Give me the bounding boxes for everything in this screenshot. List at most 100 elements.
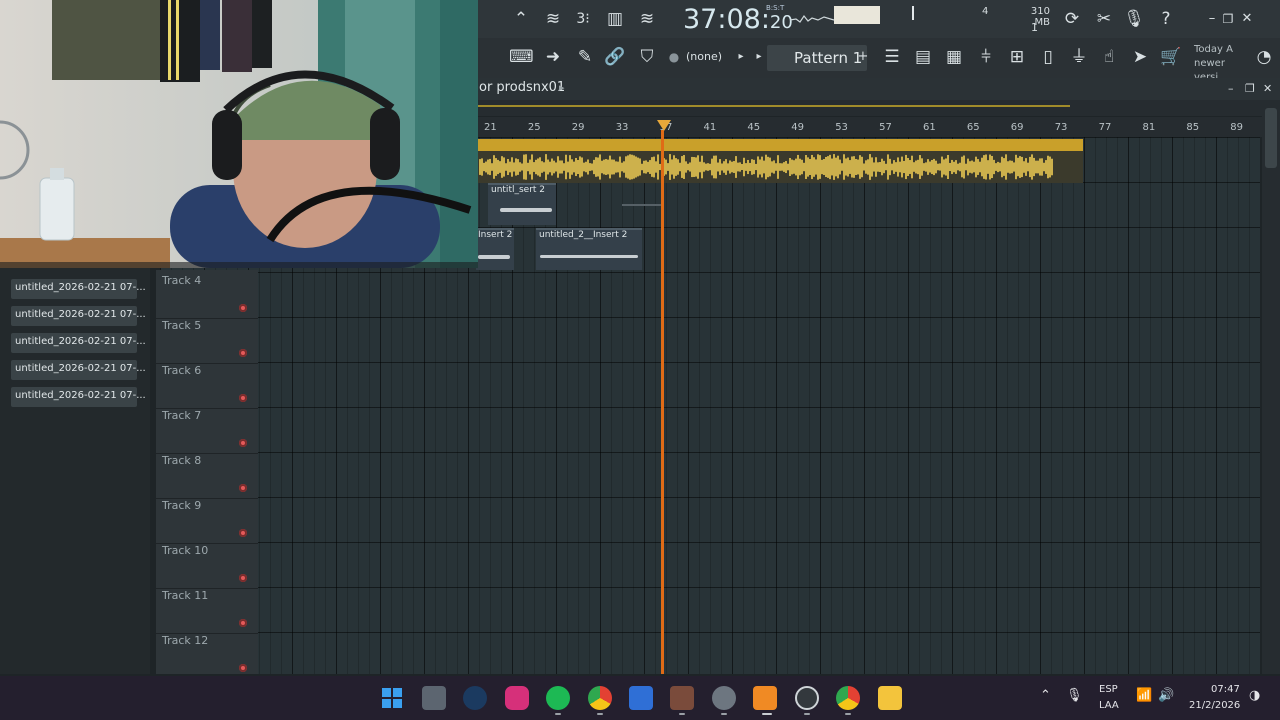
step-edit-icon[interactable]: ▥: [603, 7, 627, 31]
mixer-icon[interactable]: ⫩: [974, 45, 998, 69]
keyboard-layout[interactable]: LAA: [1099, 700, 1119, 711]
browser-item-label: untitled_2026-02-21 07-...: [15, 363, 146, 374]
pencil-icon[interactable]: ✎: [573, 45, 597, 69]
chrome-2-icon[interactable]: [836, 686, 860, 710]
arrow-right-icon[interactable]: ➜: [541, 45, 565, 69]
track-name[interactable]: Track 12: [162, 634, 208, 647]
refresh-icon[interactable]: ⟳: [1060, 7, 1084, 31]
instagram-icon[interactable]: [505, 686, 529, 710]
track-record-icon[interactable]: [239, 574, 247, 582]
export-icon[interactable]: ➤: [1128, 45, 1152, 69]
link-icon[interactable]: 🔗: [603, 45, 627, 69]
clock-date[interactable]: 21/2/2026: [1189, 700, 1240, 711]
settings-icon[interactable]: [712, 686, 736, 710]
ruler-tick: 53: [835, 122, 848, 133]
wifi-icon[interactable]: 📶: [1136, 688, 1152, 703]
microsoft-store-icon[interactable]: [629, 686, 653, 710]
windows-start-icon[interactable]: [380, 686, 404, 710]
playlist-restore-icon[interactable]: ❐: [1245, 82, 1255, 95]
track-record-icon[interactable]: [239, 484, 247, 492]
piano-roll-icon[interactable]: ▤: [911, 45, 935, 69]
track-record-icon[interactable]: [239, 439, 247, 447]
volume-icon[interactable]: 🔊: [1158, 688, 1174, 703]
chrome-running-indicator: [597, 713, 603, 715]
game-thumbnail-icon[interactable]: [670, 686, 694, 710]
file-explorer-icon[interactable]: [878, 686, 902, 710]
browser-item[interactable]: untitled_2026-02-21 07-...: [11, 306, 146, 326]
playhead[interactable]: [661, 130, 664, 674]
audio-clip-header[interactable]: [478, 139, 1083, 151]
countdown-icon[interactable]: 3⁝: [571, 7, 595, 31]
channel-rack-icon[interactable]: ▦: [942, 45, 966, 69]
obs-icon[interactable]: [795, 686, 819, 710]
fl-studio-icon[interactable]: [753, 686, 777, 710]
browser-item[interactable]: untitled_2026-02-21 07-...: [11, 279, 146, 299]
browser-item-label: untitled_2026-02-21 07-...: [15, 282, 146, 293]
playlist-minimize-icon[interactable]: –: [1228, 82, 1234, 95]
browser-icon[interactable]: ⊞: [1005, 45, 1029, 69]
metronome-icon[interactable]: ⌃: [509, 7, 533, 31]
tray-chevron-up-icon[interactable]: ⌃: [1040, 688, 1051, 703]
track-record-icon[interactable]: [239, 664, 247, 672]
track-name[interactable]: Track 7: [162, 409, 201, 422]
clipboard-icon[interactable]: ▯: [1036, 45, 1060, 69]
obs-running-indicator: [804, 713, 810, 715]
track-name[interactable]: Track 5: [162, 319, 201, 332]
playlist-title: or prodsnx01: [479, 80, 566, 95]
pattern-selector[interactable]: (none): [686, 50, 722, 63]
playlist-close-icon[interactable]: ✕: [1263, 82, 1272, 95]
track-record-icon[interactable]: [239, 394, 247, 402]
track-record-icon[interactable]: [239, 529, 247, 537]
notification-icon[interactable]: ◑: [1249, 688, 1260, 703]
cut-icon[interactable]: ✂: [1092, 7, 1116, 31]
loop-record-icon[interactable]: ≋: [635, 7, 659, 31]
track-record-icon[interactable]: [239, 349, 247, 357]
camera-app-icon[interactable]: [422, 686, 446, 710]
stamp-icon[interactable]: ⛉: [635, 45, 659, 69]
vertical-scroll-thumb[interactable]: [1265, 108, 1277, 168]
track-name[interactable]: Track 6: [162, 364, 201, 377]
steam-icon[interactable]: [463, 686, 487, 710]
add-pattern-icon[interactable]: +: [851, 45, 875, 69]
playlist-icon[interactable]: ☰: [880, 45, 904, 69]
track-record-icon[interactable]: [239, 304, 247, 312]
track-name[interactable]: Track 11: [162, 589, 208, 602]
song-position-bar[interactable]: [475, 100, 1265, 116]
language-indicator[interactable]: ESP: [1099, 684, 1118, 695]
chrome-icon[interactable]: [588, 686, 612, 710]
track-name[interactable]: Track 4: [162, 274, 201, 287]
help-icon[interactable]: ?: [1154, 7, 1178, 31]
spotify-running-indicator: [555, 713, 561, 715]
audio-clip-waveform[interactable]: [478, 151, 1083, 183]
plugin-icon[interactable]: ⏚: [1067, 45, 1091, 69]
wait-input-icon[interactable]: ≋: [541, 7, 565, 31]
touch-icon[interactable]: ☝: [1097, 45, 1121, 69]
lock-icon: ●: [668, 50, 680, 64]
clock-time[interactable]: 07:47: [1211, 684, 1240, 695]
vertical-scrollbar[interactable]: [1262, 100, 1280, 674]
track-record-icon[interactable]: [239, 619, 247, 627]
ruler-tick: 89: [1230, 122, 1244, 133]
cart-icon[interactable]: 🛒: [1159, 45, 1183, 69]
title-arrow-icon[interactable]: ▸: [559, 81, 565, 94]
playhead-marker-icon[interactable]: [657, 120, 671, 131]
browser-item-label: untitled_2026-02-21 07-...: [15, 309, 146, 320]
track-name[interactable]: Track 8: [162, 454, 201, 467]
clip-label-track2: untitl_sert 2: [491, 185, 546, 195]
track-name[interactable]: Track 9: [162, 499, 201, 512]
tray-microphone-icon[interactable]: 🎙: [1066, 688, 1083, 703]
browser-item[interactable]: untitled_2026-02-21 07-...: [11, 387, 146, 407]
keyboard-icon[interactable]: ⌨: [509, 45, 534, 69]
browser-item[interactable]: untitled_2026-02-21 07-...: [11, 360, 146, 380]
spotify-icon[interactable]: [546, 686, 570, 710]
track-name[interactable]: Track 10: [162, 544, 208, 557]
webcam-image: [0, 0, 478, 268]
chrome2-running-indicator: [845, 713, 851, 715]
microphone-icon[interactable]: 🎙: [1122, 7, 1146, 31]
ruler-tick: 77: [1098, 122, 1112, 133]
ruler-tick: 57: [879, 122, 892, 133]
ruler-tick: 45: [747, 122, 761, 133]
close-icon[interactable]: ✕: [1235, 7, 1259, 31]
browser-item[interactable]: untitled_2026-02-21 07-...: [11, 333, 146, 353]
hint-icon[interactable]: ◔: [1252, 45, 1276, 69]
